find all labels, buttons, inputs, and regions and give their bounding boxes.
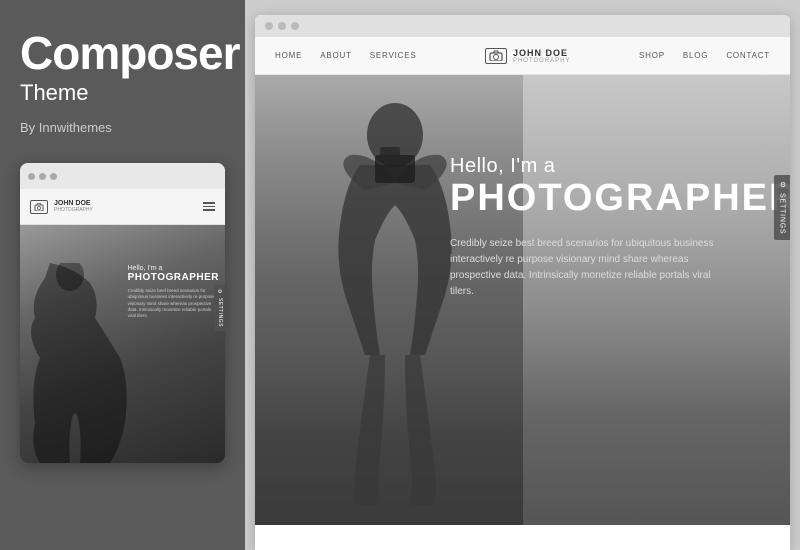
desktop-hero: Hello, I'm a PHOTOGRAPHER Credibly seize… — [255, 75, 790, 525]
nav-shop[interactable]: SHOP — [639, 51, 665, 60]
settings-gear-icon: ⚙ — [778, 181, 786, 190]
mockup-hero: Hello, I'm a PHOTOGRAPHER Credibly seize… — [20, 225, 225, 463]
mockup-logo: JOHN DOE PHOTOGRAPHY — [30, 200, 93, 214]
mockup-logo-name: JOHN DOE — [54, 200, 93, 208]
desktop-logo-text: JOHN DOE PHOTOGRAPHY — [513, 48, 571, 64]
left-panel: Composer Theme By Innwithemes JOHN DO — [0, 0, 245, 550]
mockup-dot-3 — [50, 173, 57, 180]
mobile-preview: JOHN DOE PHOTOGRAPHY Hello, I'm a PHOTOG… — [20, 163, 225, 463]
desktop-topbar — [255, 15, 790, 37]
mockup-camera-icon — [30, 200, 48, 214]
desktop-dot-1 — [265, 22, 273, 30]
nav-home[interactable]: HOME — [275, 51, 302, 60]
hero-body: Credibly seize best breed scenarios for … — [450, 236, 720, 300]
mockup-hello: Hello, I'm a — [128, 265, 219, 272]
hero-hello: Hello, I'm a — [450, 155, 760, 178]
desktop-logo-sub: PHOTOGRAPHY — [513, 58, 571, 64]
desktop-camera-icon — [485, 48, 507, 64]
mockup-dot-1 — [28, 173, 35, 180]
desktop-preview: HOME ABOUT SERVICES JOHN DOE PHOTOGRAPHY… — [255, 15, 790, 550]
theme-title-line2: Theme — [20, 80, 225, 106]
nav-blog[interactable]: BLOG — [683, 51, 708, 60]
mockup-settings-tab[interactable]: ⚙ SETTINGS — [214, 285, 225, 331]
nav-services[interactable]: SERVICES — [370, 51, 417, 60]
mockup-dot-2 — [39, 173, 46, 180]
hamburger-icon[interactable] — [203, 202, 215, 211]
desktop-dot-3 — [291, 22, 299, 30]
hero-person-area — [255, 75, 523, 525]
mockup-logo-sub: PHOTOGRAPHY — [54, 207, 93, 213]
right-panel: HOME ABOUT SERVICES JOHN DOE PHOTOGRAPHY… — [245, 0, 800, 550]
mockup-photographer: PHOTOGRAPHER — [128, 272, 219, 283]
desktop-dot-2 — [278, 22, 286, 30]
desktop-logo: JOHN DOE PHOTOGRAPHY — [485, 48, 571, 64]
mockup-body: Credibly seize beef breed scenarios for … — [128, 288, 218, 319]
nav-about[interactable]: ABOUT — [320, 51, 352, 60]
hero-photographer: PHOTOGRAPHER — [450, 178, 760, 220]
nav-contact[interactable]: CONTACT — [726, 51, 770, 60]
hero-text-area: Hello, I'm a PHOTOGRAPHER Credibly seize… — [450, 155, 760, 300]
mockup-person-silhouette — [20, 263, 130, 463]
mockup-logo-text-wrap: JOHN DOE PHOTOGRAPHY — [54, 200, 93, 214]
desktop-logo-name: JOHN DOE — [513, 48, 571, 58]
desktop-nav: HOME ABOUT SERVICES JOHN DOE PHOTOGRAPHY… — [255, 37, 790, 75]
mockup-hero-text: Hello, I'm a PHOTOGRAPHER Credibly seize… — [128, 265, 219, 319]
settings-label: SETTINGS — [779, 193, 786, 234]
desktop-settings-tab[interactable]: ⚙ SETTINGS — [774, 175, 790, 240]
mockup-nav: JOHN DOE PHOTOGRAPHY — [20, 189, 225, 225]
mockup-topbar — [20, 163, 225, 189]
theme-by: By Innwithemes — [20, 120, 225, 135]
theme-title-line1: Composer — [20, 30, 225, 76]
hero-sea-bg — [496, 75, 790, 525]
